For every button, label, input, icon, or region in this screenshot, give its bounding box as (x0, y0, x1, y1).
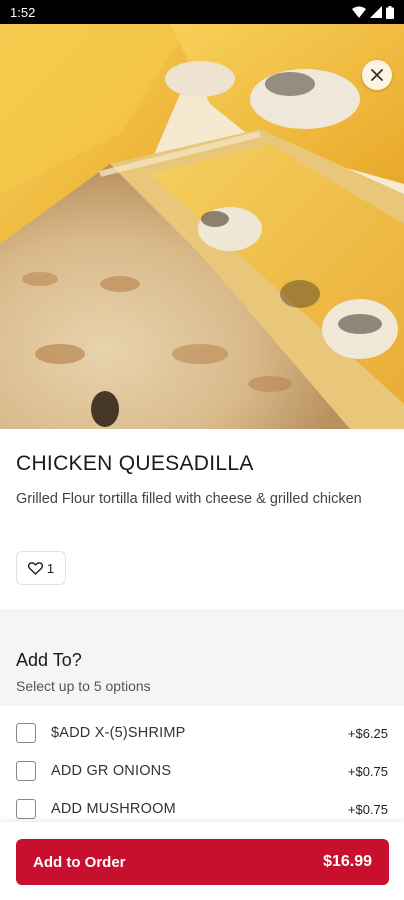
option-label: ADD MUSHROOM (51, 801, 176, 817)
order-total: $16.99 (323, 853, 372, 870)
option-checkbox[interactable] (16, 761, 36, 781)
signal-icon (370, 6, 382, 18)
option-checkbox[interactable] (16, 799, 36, 819)
close-button[interactable] (362, 60, 392, 90)
option-label: ADD GR ONIONS (51, 763, 172, 779)
wifi-icon (352, 6, 366, 18)
like-button[interactable]: 1 (16, 551, 66, 585)
option-checkbox[interactable] (16, 723, 36, 743)
item-photo (0, 24, 404, 429)
modifier-option[interactable]: ADD GR ONIONS +$0.75 (0, 752, 404, 790)
item-title: CHICKEN QUESADILLA (16, 452, 254, 475)
modifier-group-subtitle: Select up to 5 options (16, 678, 151, 694)
option-label: $ADD X-(5)SHRIMP (51, 725, 186, 741)
close-icon (371, 69, 383, 81)
option-price: +$6.25 (347, 725, 388, 741)
add-to-order-label: Add to Order (33, 853, 126, 871)
modifier-option[interactable]: $ADD X-(5)SHRIMP +$6.25 (0, 714, 404, 752)
battery-icon (386, 5, 394, 19)
item-description: Grilled Flour tortilla filled with chees… (16, 491, 362, 507)
status-icons (352, 5, 394, 19)
option-price: +$0.75 (347, 763, 388, 779)
add-to-order-button[interactable]: Add to Order $16.99 (16, 839, 389, 885)
option-price: +$0.75 (347, 801, 388, 817)
modifier-group-title: Add To? (16, 650, 82, 670)
status-time: 1:52 (10, 4, 36, 20)
like-count: 1 (46, 560, 55, 576)
status-bar: 1:52 (0, 0, 404, 24)
heart-icon (27, 561, 43, 575)
